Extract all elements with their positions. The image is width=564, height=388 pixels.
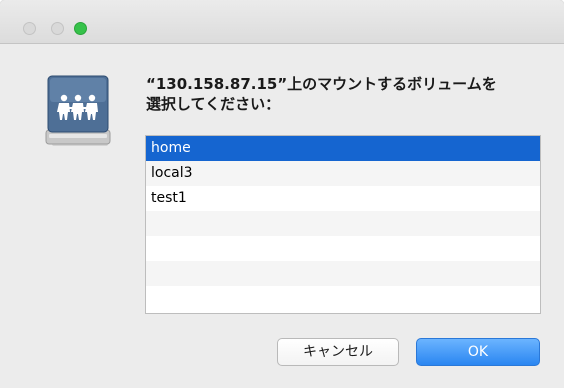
volume-empty-row (146, 261, 540, 286)
volume-list[interactable]: home local3 test1 (145, 135, 541, 314)
cancel-button[interactable]: キャンセル (277, 338, 399, 366)
zoom-window-button[interactable] (74, 22, 87, 35)
volume-select-dialog: “130.158.87.15”上のマウントするボリュームを 選択してください： … (0, 0, 564, 388)
close-window-button[interactable] (23, 22, 36, 35)
volume-item-local3[interactable]: local3 (146, 161, 540, 186)
volume-empty-row (146, 286, 540, 311)
volume-item-home[interactable]: home (146, 136, 540, 161)
volume-empty-row (146, 211, 540, 236)
prompt-line-2: 選択してください： (146, 95, 281, 113)
server-share-icon (45, 75, 111, 146)
ok-button[interactable]: OK (416, 338, 540, 366)
prompt-line-1: “130.158.87.15”上のマウントするボリュームを (146, 75, 497, 93)
dialog-content: “130.158.87.15”上のマウントするボリュームを 選択してください： … (0, 44, 564, 388)
title-bar[interactable] (0, 0, 564, 44)
minimize-window-button[interactable] (51, 22, 64, 35)
dialog-prompt: “130.158.87.15”上のマウントするボリュームを 選択してください： (146, 74, 536, 114)
volume-empty-row (146, 236, 540, 261)
volume-item-test1[interactable]: test1 (146, 186, 540, 211)
